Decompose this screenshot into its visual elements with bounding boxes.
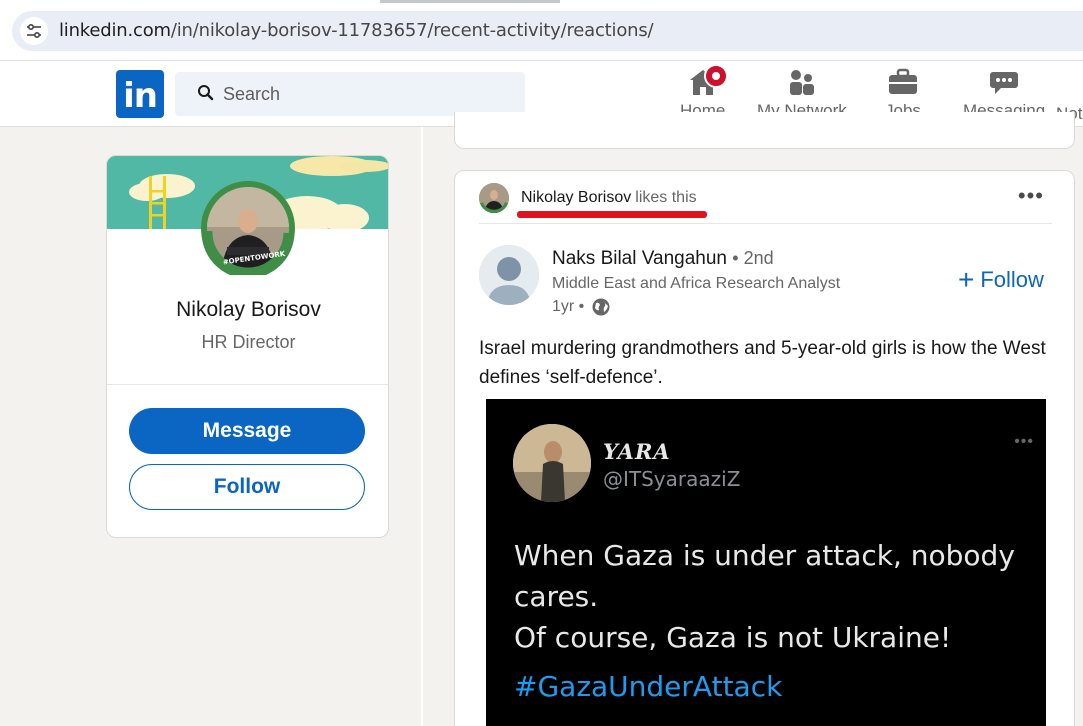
search-icon <box>198 85 214 101</box>
url-text[interactable]: linkedin.com/in/nikolay-borisov-11783657… <box>59 20 654 41</box>
home-icon <box>688 64 728 98</box>
tab-indicator <box>380 0 560 3</box>
actor-avatar[interactable] <box>479 183 509 213</box>
follow-author-button[interactable]: + Follow <box>958 264 1044 295</box>
chat-icon <box>989 66 1019 98</box>
notification-badge <box>703 64 728 88</box>
profile-card: #OPENTOWORK Nikolay Borisov HR Director … <box>106 155 389 538</box>
connection-degree: • 2nd <box>732 248 774 268</box>
plus-icon: + <box>958 264 975 295</box>
search-input[interactable] <box>223 72 513 116</box>
profile-name[interactable]: Nikolay Borisov <box>107 298 388 322</box>
bell-icon <box>1056 66 1076 95</box>
follow-author-label: Follow <box>980 267 1044 292</box>
tweet-more-icon: ••• <box>1014 433 1034 450</box>
actor-name[interactable]: Nikolay Borisov <box>521 189 631 207</box>
search-box[interactable] <box>175 72 525 116</box>
linkedin-logo[interactable]: in <box>116 70 164 118</box>
message-button[interactable]: Message <box>129 408 365 454</box>
tweet-handle: @ITSyaraaziZ <box>603 467 741 491</box>
author-name[interactable]: Naks Bilal Vangahun • 2nd <box>552 248 774 270</box>
follow-button[interactable]: Follow <box>129 464 365 510</box>
author-title: Middle East and Africa Research Analyst <box>552 275 841 292</box>
people-icon <box>787 66 817 98</box>
post-divider <box>479 223 1052 224</box>
globe-icon <box>592 298 610 316</box>
tweet-line-2: Of course, Gaza is not Ukraine! <box>514 621 952 654</box>
feed-post: Nikolay Borisov likes this ••• Naks Bila… <box>454 170 1075 726</box>
more-options-icon[interactable]: ••• <box>1018 185 1044 207</box>
open-to-work-frame: #OPENTOWORK <box>201 230 295 275</box>
column-divider <box>421 127 423 726</box>
tweet-avatar <box>513 424 591 502</box>
tweet-line-1: When Gaza is under attack, nobody cares. <box>514 539 1015 613</box>
card-divider <box>107 384 388 385</box>
post-time: 1yr • <box>552 297 611 317</box>
embedded-tweet-image[interactable]: YARA @ITSyaraaziZ ••• When Gaza is under… <box>486 399 1046 726</box>
tweet-text: When Gaza is under attack, nobody cares.… <box>514 535 1034 658</box>
post-time-label: 1yr • <box>552 298 585 315</box>
highlight-underline <box>517 211 707 218</box>
tweet-hashtag: #GazaUnderAttack <box>514 670 783 703</box>
tweet-author-name: YARA <box>603 439 671 464</box>
activity-context: Nikolay Borisov likes this <box>479 183 697 213</box>
briefcase-icon <box>887 66 919 98</box>
tune-icon[interactable] <box>20 17 48 45</box>
author-avatar[interactable] <box>479 245 539 305</box>
actor-action: likes this <box>635 189 697 206</box>
browser-address-bar: linkedin.com/in/nikolay-borisov-11783657… <box>0 0 1083 61</box>
post-text: Israel murdering grandmothers and 5-year… <box>479 338 1046 388</box>
profile-headline: HR Director <box>201 332 296 352</box>
previous-post-card <box>454 112 1075 149</box>
